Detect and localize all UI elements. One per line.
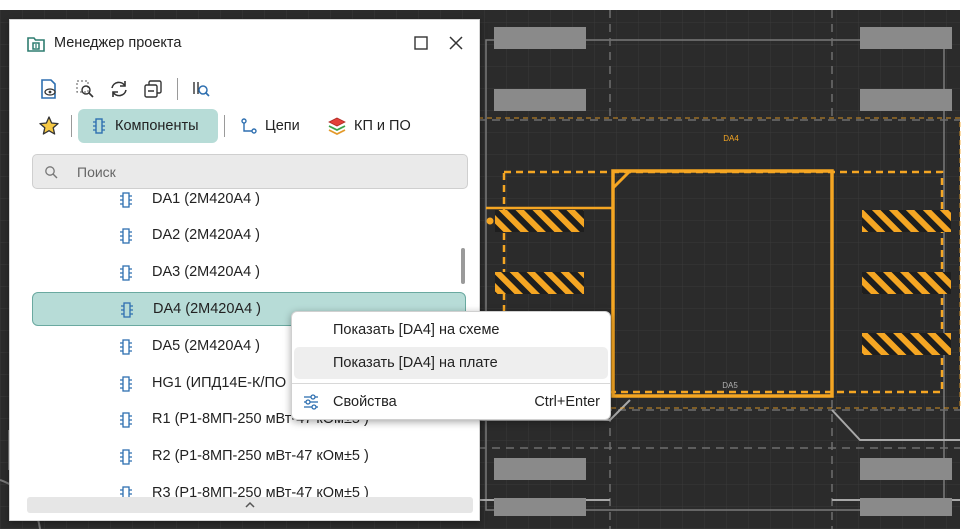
component-icon — [120, 412, 132, 428]
show-on-schematic-icon[interactable] — [38, 78, 60, 100]
search-input[interactable]: Поиск — [32, 154, 468, 189]
component-icon — [120, 376, 132, 392]
tab-nets[interactable]: Цепи — [240, 109, 300, 143]
tab-components[interactable]: Компоненты — [78, 109, 218, 143]
menu-item-properties[interactable]: Свойства Ctrl+Enter — [294, 386, 608, 418]
search-placeholder: Поиск — [77, 164, 116, 180]
list-item-label: DA5 (2М420А4 ) — [152, 338, 260, 354]
component-icon — [120, 192, 132, 208]
tab-pads-layers[interactable]: КП и ПО — [327, 109, 411, 143]
menu-separator — [292, 383, 610, 384]
net-icon — [241, 118, 257, 134]
component-icon — [120, 339, 132, 355]
tab-components-label: Компоненты — [115, 118, 199, 134]
pcb-pad — [860, 89, 952, 111]
tabs-separator — [71, 115, 72, 137]
list-item-label: DA2 (2М420А4 ) — [152, 227, 260, 243]
list-item-label: R2 (Р1-8МП-250 мВт-47 кОм±5 ) — [152, 448, 369, 464]
pcb-pad — [494, 498, 586, 516]
pcb-pad — [494, 458, 586, 480]
component-icon — [120, 449, 132, 465]
pcb-pad — [860, 458, 952, 480]
refresh-icon[interactable] — [108, 78, 130, 100]
tabs-separator — [224, 115, 225, 137]
list-item-label: DA1 (2М420А4 ) — [152, 191, 260, 207]
toolbar-separator — [177, 78, 178, 100]
list-item[interactable]: R3 (Р1-8МП-250 мВт-47 кОм±5 ) — [32, 477, 466, 498]
tab-nets-label: Цепи — [265, 118, 300, 134]
zoom-component-icon[interactable] — [190, 78, 212, 100]
list-item-label: HG1 (ИПД14Е-К/ПО — [152, 375, 287, 391]
pcb-pad — [860, 27, 952, 49]
panel-toolbar — [10, 76, 479, 104]
pcb-pad — [494, 89, 586, 111]
menu-item-shortcut: Ctrl+Enter — [534, 394, 600, 410]
menu-item-show-on-board[interactable]: Показать [DA4] на плате — [294, 347, 608, 379]
list-item-label: DA4 (2М420А4 ) — [153, 301, 261, 317]
component-icon — [93, 118, 105, 134]
panel-tabs: Компоненты Цепи КП и ПО — [10, 109, 479, 143]
settings-sliders-icon — [304, 394, 318, 410]
list-item[interactable]: DA3 (2М420А4 ) — [32, 256, 466, 290]
pads-layers-icon — [328, 117, 346, 136]
panel-title: Менеджер проекта — [54, 35, 182, 51]
component-icon — [120, 265, 132, 281]
list-item[interactable]: DA2 (2М420А4 ) — [32, 219, 466, 253]
pcb-pad — [494, 27, 586, 49]
close-icon[interactable] — [444, 31, 468, 55]
list-item-label: DA3 (2М420А4 ) — [152, 264, 260, 280]
collapse-all-icon[interactable] — [142, 78, 164, 100]
search-icon — [45, 166, 58, 179]
chevron-up-icon — [245, 501, 255, 508]
list-item[interactable]: DA1 (2М420А4 ) — [32, 191, 466, 217]
zoom-fit-icon[interactable] — [74, 78, 96, 100]
panel-titlebar[interactable]: Менеджер проекта — [10, 20, 479, 66]
component-ref-label-2: DA5 — [722, 381, 738, 390]
project-manager-icon — [27, 37, 45, 52]
menu-item-label: Свойства — [333, 394, 397, 410]
list-item[interactable]: R2 (Р1-8МП-250 мВт-47 кОм±5 ) — [32, 440, 466, 474]
project-manager-panel: Менеджер проекта Компоненты Цепи КП и ПО… — [9, 19, 480, 521]
component-icon — [121, 302, 133, 318]
component-icon — [120, 228, 132, 244]
context-menu: Показать [DA4] на схеме Показать [DA4] н… — [291, 311, 611, 420]
favorites-star-icon[interactable] — [38, 115, 60, 137]
menu-item-label: Показать [DA4] на схеме — [333, 322, 500, 338]
menu-item-label: Показать [DA4] на плате — [333, 355, 498, 371]
scroll-up-bar[interactable] — [27, 497, 473, 513]
pcb-pad — [860, 498, 952, 516]
list-scrollbar[interactable] — [461, 248, 465, 284]
menu-item-show-on-schematic[interactable]: Показать [DA4] на схеме — [294, 314, 608, 346]
component-ref-label: DA4 — [723, 134, 739, 143]
maximize-icon[interactable] — [409, 31, 433, 55]
tab-pads-layers-label: КП и ПО — [354, 118, 411, 134]
